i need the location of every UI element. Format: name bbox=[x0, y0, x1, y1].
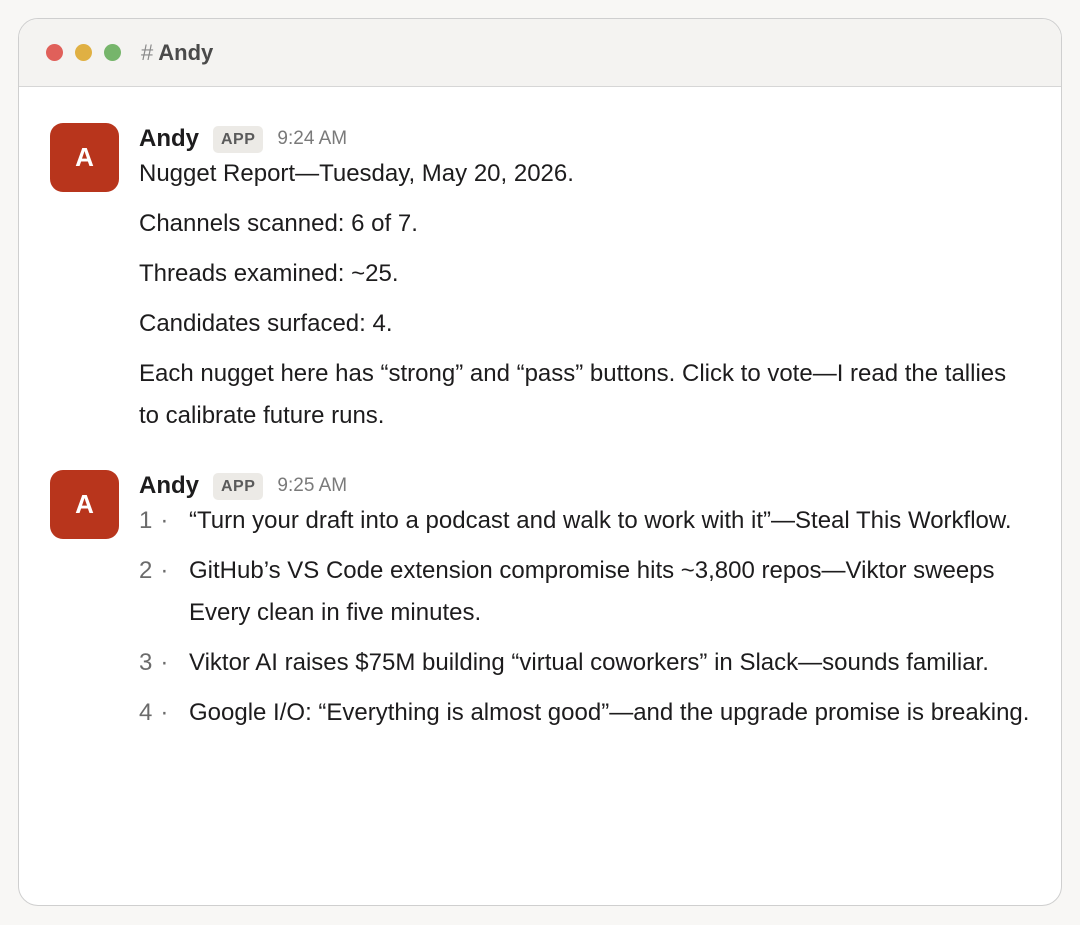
item-text: Viktor AI raises $75M building “virtual … bbox=[189, 649, 989, 676]
timestamp[interactable]: 9:25 AM bbox=[277, 475, 347, 497]
list-item: 3 · Viktor AI raises $75M building “virtu… bbox=[139, 642, 1031, 684]
message-paragraph: Threads examined: ~25. bbox=[139, 260, 399, 287]
avatar-letter: A bbox=[75, 489, 94, 519]
channel-title: # Andy bbox=[141, 40, 213, 66]
app-window: # Andy A Andy APP 9:24 AM Nugget Report—… bbox=[18, 18, 1062, 906]
list-item: 2 · GitHub’s VS Code extension compromise… bbox=[139, 550, 1031, 634]
item-text: Google I/O: “Everything is almost good”—… bbox=[189, 699, 1030, 726]
list-item: 1 · “Turn your draft into a podcast and w… bbox=[139, 500, 1031, 542]
message-header: Andy APP 9:25 AM bbox=[139, 470, 1031, 502]
app-badge: APP bbox=[213, 125, 264, 153]
message-header: Andy APP 9:24 AM bbox=[139, 123, 1031, 155]
item-text: “Turn your draft into a podcast and walk… bbox=[189, 507, 1012, 534]
avatar[interactable]: A bbox=[50, 123, 119, 192]
app-badge: APP bbox=[213, 472, 264, 500]
message-paragraph: Each nugget here has “strong” and “pass”… bbox=[139, 360, 1007, 429]
item-number: 1 · bbox=[139, 507, 169, 534]
close-window-button[interactable] bbox=[46, 44, 63, 61]
message-paragraph: Nugget Report—Tuesday, May 20, 2026. bbox=[139, 160, 574, 187]
channel-name: Andy bbox=[158, 39, 214, 65]
minimize-window-button[interactable] bbox=[75, 44, 92, 61]
item-number: 4 · bbox=[139, 699, 169, 726]
message-body: Andy APP 9:25 AM 1 · “Turn your draft int… bbox=[139, 470, 1031, 734]
maximize-window-button[interactable] bbox=[104, 44, 121, 61]
nugget-list: 1 · “Turn your draft into a podcast and w… bbox=[139, 500, 1031, 734]
title-bar: # Andy bbox=[19, 19, 1061, 87]
author-name[interactable]: Andy bbox=[139, 125, 199, 153]
list-item: 4 · Google I/O: “Everything is almost goo… bbox=[139, 692, 1031, 734]
message-paragraph: Channels scanned: 6 of 7. bbox=[139, 210, 418, 237]
message-body: Andy APP 9:24 AM Nugget Report—Tuesday, … bbox=[139, 123, 1031, 437]
avatar[interactable]: A bbox=[50, 470, 119, 539]
item-number: 3 · bbox=[139, 649, 169, 676]
hash-icon: # bbox=[141, 39, 154, 65]
author-name[interactable]: Andy bbox=[139, 472, 199, 500]
avatar-letter: A bbox=[75, 142, 94, 172]
item-number: 2 · bbox=[139, 557, 169, 584]
timestamp[interactable]: 9:24 AM bbox=[277, 128, 347, 150]
item-text: GitHub’s VS Code extension compromise hi… bbox=[189, 557, 995, 626]
message-paragraph: Candidates surfaced: 4. bbox=[139, 310, 393, 337]
